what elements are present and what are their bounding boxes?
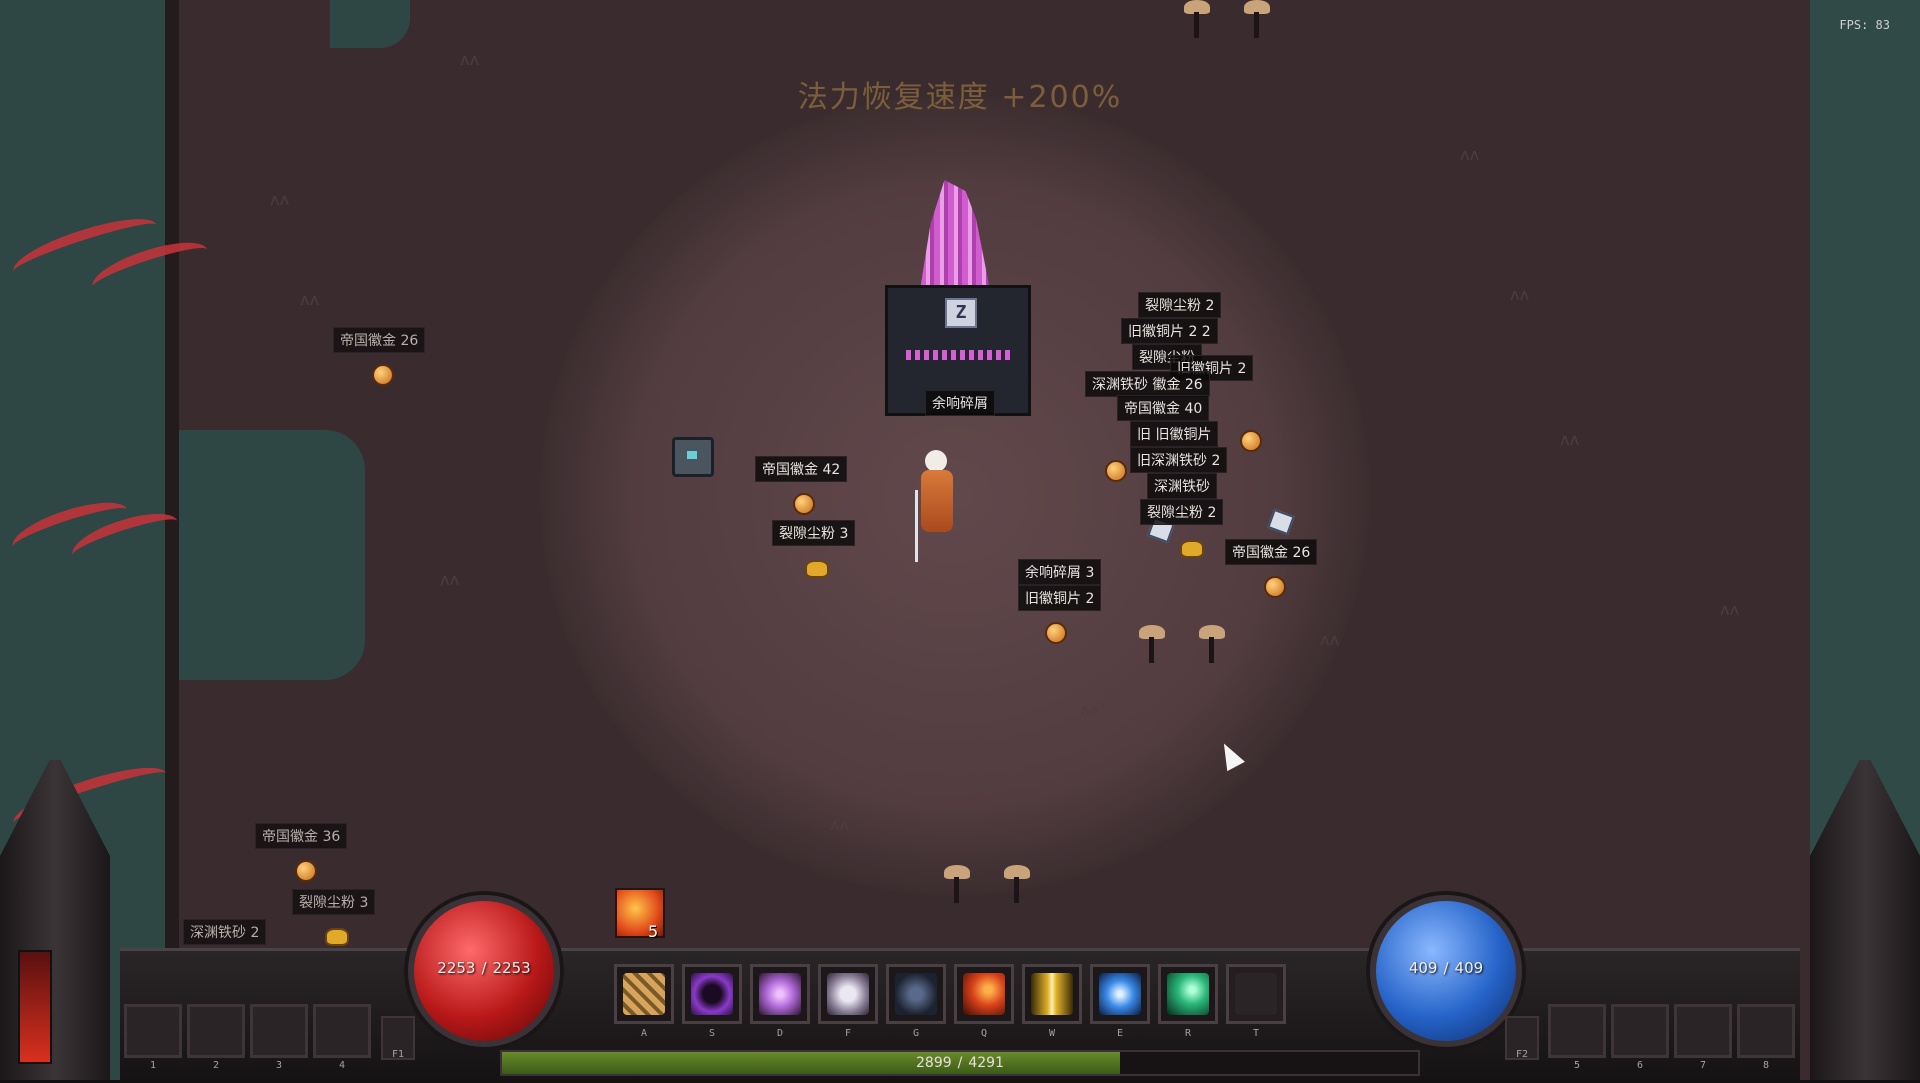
fps-counter: FPS: 83 [1839,18,1890,32]
fkey-right[interactable]: F2 [1505,1016,1539,1060]
frost-nova-icon [1099,973,1141,1015]
dust-loot[interactable] [1180,540,1204,558]
health-orb: 2253/2253 [408,895,560,1047]
dirt-edge [165,0,179,1080]
potion-slot-2[interactable]: 2 [187,1004,245,1071]
potion-slot-4[interactable]: 4 [313,1004,371,1071]
coin-loot[interactable] [295,860,317,882]
drop-label[interactable]: 裂隙尘粉 3 [292,889,376,915]
potion-slot-7[interactable]: 7 [1674,1004,1732,1071]
mana-orb: 409/409 [1370,895,1522,1047]
drop-label[interactable]: 深渊铁砂 [1147,473,1217,499]
light-pillar-icon [1031,973,1073,1015]
grass-terrain-top [330,0,410,48]
xp-current: 2899 [916,1055,952,1071]
skill-slot-d[interactable]: D [750,964,810,1039]
drop-label[interactable]: 余响碎屑 [925,390,995,416]
drop-label[interactable]: 旧 旧徽铜片 [1130,421,1219,447]
mushroom [944,865,970,903]
skill-slot-r[interactable]: R [1158,964,1218,1039]
shadow-figure-icon [895,973,937,1015]
green-comet-icon [1167,973,1209,1015]
drop-label[interactable]: 旧深渊铁砂 2 [1130,447,1228,473]
drop-label[interactable]: 旧徽铜片 2 2 [1121,318,1218,344]
copper-loot[interactable] [1240,430,1262,452]
player-character [915,450,959,562]
drop-label[interactable]: 余响碎屑 3 [1018,559,1102,585]
drop-label[interactable]: 裂隙尘粉 3 [772,520,856,546]
drop-label[interactable]: 旧徽铜片 2 [1018,585,1102,611]
drop-label[interactable]: 帝国徽金 26 [333,327,426,353]
grass-terrain-notch [175,430,365,680]
mushroom [1004,865,1030,903]
copper-loot[interactable] [1105,460,1127,482]
drop-label[interactable]: 帝国徽金 26 [1225,539,1318,565]
potion-slot-3[interactable]: 3 [250,1004,308,1071]
skill-slot-a[interactable]: A [614,964,674,1039]
drop-label[interactable]: 帝国徽金 42 [755,456,848,482]
hp-current: 2253 [437,959,476,977]
drop-label[interactable]: 深渊铁砂 2 [183,919,267,945]
xp-max: 4291 [968,1055,1004,1071]
skill-bar: A S D F G Q W E R T [614,964,1286,1039]
mp-max: 409 [1454,959,1484,977]
void-orb-icon [691,973,733,1015]
skill-slot-g[interactable]: G [886,964,946,1039]
dust-loot[interactable] [805,560,829,578]
mushroom [1199,625,1225,663]
game-world[interactable]: ʌʌ ʌʌ ʌʌ ʌʌ ʌʌ ʌʌ ʌʌ ʌʌ ʌʌ ʌʌ ʌʌ ʌʌ 法力恢复… [0,0,1920,1080]
treasure-chest[interactable] [672,437,714,477]
potion-slot-5[interactable]: 5 [1548,1004,1606,1071]
rage-gauge [18,950,52,1064]
buff-notice: 法力恢复速度 +200% [797,80,1123,115]
rift-altar[interactable]: Z [885,180,1031,416]
fkey-left[interactable]: F1 [381,1016,415,1060]
empty-slot-icon [1235,973,1277,1015]
drop-label[interactable]: 帝国徽金 40 [1117,395,1210,421]
mushroom [1139,625,1165,663]
hp-max: 2253 [492,959,531,977]
drop-label[interactable]: 裂隙尘粉 2 [1140,499,1224,525]
dust-loot[interactable] [325,928,349,946]
drop-label[interactable]: 帝国徽金 36 [255,823,348,849]
interact-key-hint: Z [945,298,977,328]
skill-slot-e[interactable]: E [1090,964,1150,1039]
drop-label[interactable]: 深渊铁砂 徽金 26 [1085,371,1210,397]
experience-bar: 2899/4291 [500,1050,1420,1076]
mp-current: 409 [1408,959,1438,977]
coin-loot[interactable] [1264,576,1286,598]
angel-wings-icon [827,973,869,1015]
mushroom [1244,0,1270,38]
potion-slot-8[interactable]: 8 [1737,1004,1795,1071]
meteor-icon [963,973,1005,1015]
striped-blade-icon [623,973,665,1015]
coin-loot[interactable] [793,493,815,515]
potion-slot-6[interactable]: 6 [1611,1004,1669,1071]
skill-slot-w[interactable]: W [1022,964,1082,1039]
skill-slot-t[interactable]: T [1226,964,1286,1039]
skill-slot-q[interactable]: Q [954,964,1014,1039]
skill-slot-f[interactable]: F [818,964,878,1039]
coin-loot[interactable] [372,364,394,386]
buff-stack-count: 5 [648,922,659,941]
copper-loot[interactable] [1045,622,1067,644]
arcane-burst-icon [759,973,801,1015]
skill-slot-s[interactable]: S [682,964,742,1039]
potion-slot-1[interactable]: 1 [124,1004,182,1071]
drop-label[interactable]: 裂隙尘粉 2 [1138,292,1222,318]
mushroom [1184,0,1210,38]
altar-crystal [920,180,990,290]
